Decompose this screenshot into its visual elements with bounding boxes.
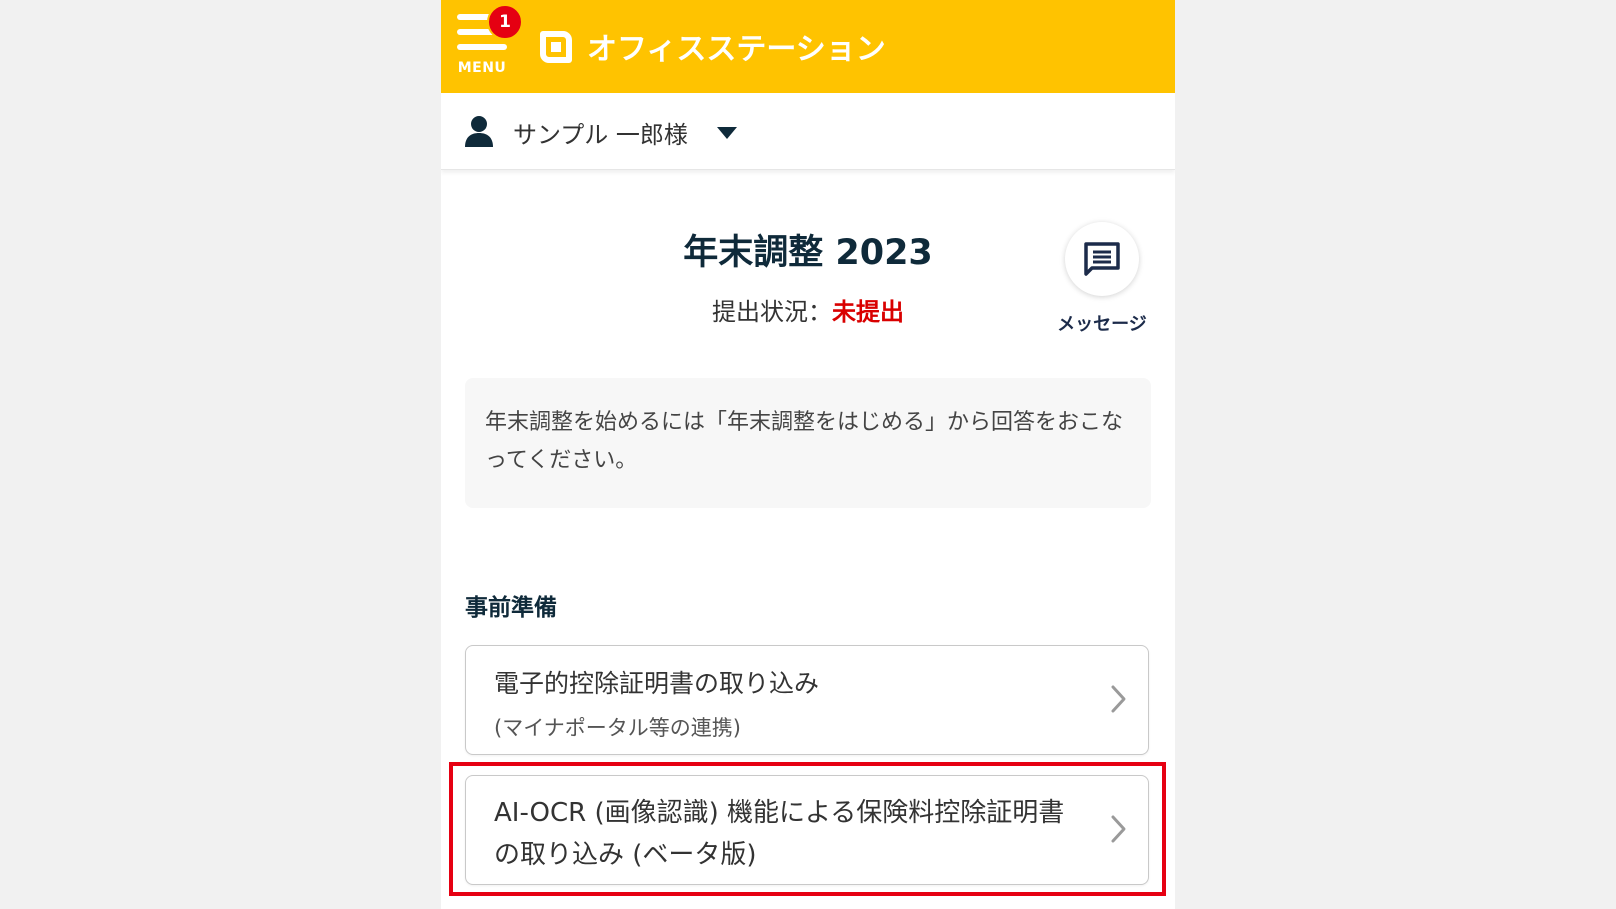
app-header: MENU 1 オフィスステーション (441, 0, 1175, 93)
page-title: 年末調整 2023 (683, 233, 933, 273)
caret-down-icon[interactable] (717, 127, 737, 141)
chevron-right-icon (1111, 815, 1126, 843)
card-title: AI-OCR (画像認識) 機能による保険料控除証明書の取り込み (ベータ版) (494, 798, 1065, 870)
card-title: 電子的控除証明書の取り込み (494, 669, 820, 698)
user-bar: サンプル 一郎様 (441, 93, 1175, 170)
info-box: 年末調整を始めるには「年末調整をはじめる」から回答をおこなってください。 (465, 378, 1151, 508)
logo-icon (540, 31, 572, 63)
chevron-right-icon (1111, 685, 1126, 713)
app-logo[interactable]: オフィスステーション (537, 24, 886, 68)
section-title: 事前準備 (465, 595, 557, 621)
card-subtitle: (マイナポータル等の連携) (494, 716, 741, 740)
message-label[interactable]: メッセージ (1041, 310, 1163, 336)
logo-text: オフィスステーション (587, 32, 886, 67)
user-icon (465, 116, 493, 147)
user-name[interactable]: サンプル 一郎様 (513, 115, 688, 150)
import-e-deduction-certificate-card[interactable]: 電子的控除証明書の取り込み (マイナポータル等の連携) (465, 645, 1149, 755)
app-screen: MENU 1 オフィスステーション サンプル 一郎様 年末調整 2023 提出状… (441, 0, 1175, 909)
status-label: 提出状況： (712, 298, 832, 326)
menu-bar-icon (457, 44, 507, 50)
menu-button[interactable]: MENU 1 (455, 4, 523, 80)
info-text: 年末調整を始めるには「年末調整をはじめる」から回答をおこなってください。 (485, 410, 1124, 473)
notification-badge: 1 (487, 4, 523, 40)
status-value: 未提出 (832, 298, 904, 326)
message-icon (1084, 242, 1120, 276)
message-button[interactable] (1065, 222, 1139, 296)
ai-ocr-import-card[interactable]: AI-OCR (画像認識) 機能による保険料控除証明書の取り込み (ベータ版) (465, 775, 1149, 885)
menu-label: MENU (457, 60, 507, 76)
